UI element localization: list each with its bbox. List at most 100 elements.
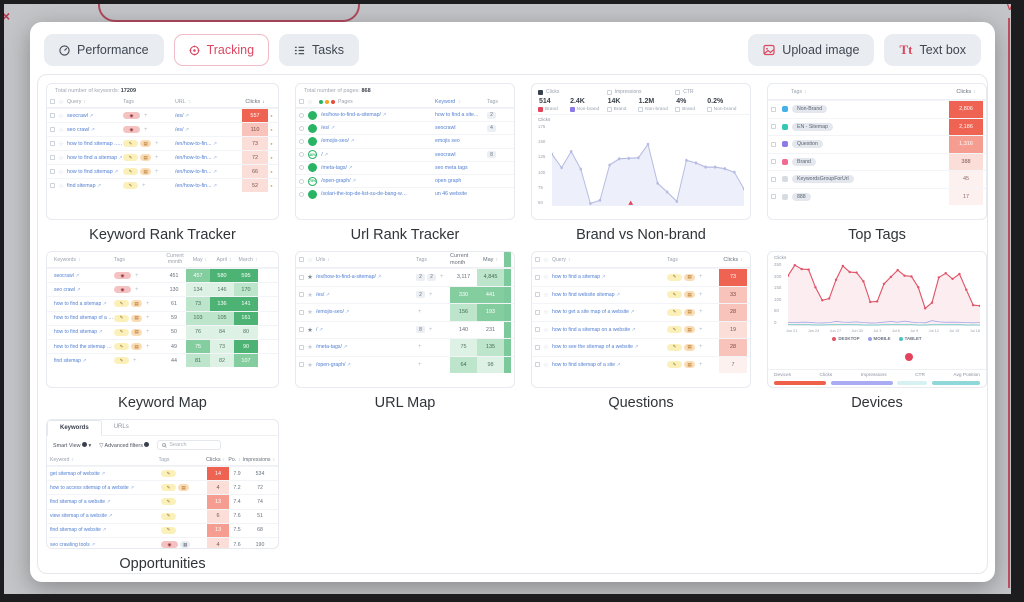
add-tag-icon: + bbox=[699, 292, 703, 298]
star-icon[interactable]: ☆ bbox=[542, 273, 550, 281]
tag-pill: EN - Sitemap bbox=[792, 123, 833, 131]
tags-cell: + bbox=[123, 126, 175, 133]
table-row: /es/how-to-find-a-sitemap/ how to find a… bbox=[296, 108, 514, 121]
brand-vs-nonbrand-preview[interactable]: Clicks 5142.4K Brand Non-brand bbox=[531, 83, 751, 220]
brand-value: 514 bbox=[539, 98, 570, 105]
url-link: /meta-tags/ bbox=[316, 344, 348, 350]
checkbox-icon bbox=[50, 113, 55, 118]
url-cell: /en/how-to-fin... bbox=[175, 183, 242, 189]
questions-preview[interactable]: ☆ Query↕ Tags Clicks↕ ☆ how to bbox=[531, 251, 751, 388]
tags-cell: 8+ bbox=[416, 326, 450, 333]
clicks-cell: 28 bbox=[719, 304, 747, 321]
star-icon[interactable]: ☆ bbox=[542, 361, 550, 369]
opportunities-preview[interactable]: Keywords URLs Smart View ▾ ▽ Advanced fi… bbox=[46, 419, 279, 549]
brand-checkbox[interactable] bbox=[607, 107, 612, 112]
tag-pill bbox=[114, 329, 129, 336]
legend-label: MOBILE bbox=[874, 336, 891, 341]
clicks-cell: 1,316 bbox=[949, 136, 983, 153]
checkbox-icon bbox=[771, 194, 776, 199]
nonbrand-checkbox[interactable] bbox=[570, 107, 575, 112]
star-icon[interactable]: ☆ bbox=[542, 343, 550, 351]
tags-cell bbox=[161, 498, 207, 505]
tab-keywords[interactable]: Keywords bbox=[47, 420, 102, 436]
add-tag-icon: + bbox=[699, 344, 703, 350]
legend-item[interactable]: MOBILE bbox=[868, 336, 891, 341]
star-icon[interactable]: ★ bbox=[306, 308, 314, 316]
keyword-link: view sitemap of a website bbox=[50, 513, 161, 519]
march-cell: 170 bbox=[234, 283, 258, 296]
smart-view-dropdown[interactable]: Smart View ▾ bbox=[53, 442, 91, 449]
keyword-link: find sitemap of website bbox=[50, 527, 161, 533]
star-icon[interactable]: ☆ bbox=[542, 291, 550, 299]
tag-pill bbox=[161, 484, 176, 491]
url-rank-tracker-preview[interactable]: Total number of pages: 868 ☆ Pages bbox=[295, 83, 515, 220]
y-tick: 75 bbox=[538, 185, 545, 190]
tag-pill bbox=[667, 274, 682, 281]
tag-pill bbox=[684, 326, 695, 333]
checkbox-icon bbox=[299, 327, 304, 332]
advanced-filters-button[interactable]: ▽ Advanced filters bbox=[99, 442, 149, 449]
clicks-cell: 388 bbox=[949, 154, 983, 171]
brand-checkbox[interactable] bbox=[675, 107, 680, 112]
keyword-link: find sitemap bbox=[50, 358, 114, 364]
url-cell: /es/how-to-find-a-sitemap/ bbox=[316, 274, 416, 280]
star-icon[interactable]: ☆ bbox=[542, 326, 550, 334]
tags-cell: + bbox=[416, 362, 450, 368]
metric-checkbox[interactable] bbox=[538, 90, 543, 95]
tag-pill: Question bbox=[792, 140, 823, 148]
star-icon[interactable]: ★ bbox=[306, 343, 314, 351]
tab-urls[interactable]: URLs bbox=[102, 420, 141, 435]
may-cell: 103 bbox=[186, 312, 210, 325]
tab-performance[interactable]: Performance bbox=[44, 34, 164, 66]
star-icon[interactable]: ★ bbox=[306, 326, 314, 334]
tab-tasks[interactable]: Tasks bbox=[279, 34, 359, 66]
tags-cell: + bbox=[123, 112, 175, 119]
screen: × v Performance Tracking bbox=[0, 0, 1024, 602]
keyword-map-preview[interactable]: Keywords↕ Tags Current month May↕ April↕… bbox=[46, 251, 279, 388]
nonbrand-checkbox[interactable] bbox=[638, 107, 643, 112]
keyword-rank-tracker-preview[interactable]: Total number of keywords: 17209 ☆ Query↕… bbox=[46, 83, 279, 220]
widget-caption: Opportunities bbox=[46, 556, 279, 572]
tag-pill bbox=[123, 168, 138, 175]
cut-column bbox=[504, 339, 511, 356]
current-month-cell: 3,117 bbox=[450, 269, 477, 286]
tab-tracking[interactable]: Tracking bbox=[174, 34, 269, 66]
table-row: /emojis-seo/ emojis seo bbox=[296, 134, 514, 147]
star-icon[interactable]: ★ bbox=[306, 361, 314, 369]
y-axis-ticks: 1751501251007550 bbox=[538, 124, 545, 205]
url-map-preview[interactable]: ☆ Urls↕ Tags Current month May↕ bbox=[295, 251, 515, 388]
radio-icon bbox=[299, 139, 304, 144]
cut-column bbox=[504, 357, 511, 374]
star-icon[interactable]: ★ bbox=[306, 273, 314, 281]
legend-item[interactable]: DESKTOP bbox=[832, 336, 859, 341]
star-icon[interactable]: ☆ bbox=[542, 308, 550, 316]
cut-column: ● bbox=[268, 141, 275, 146]
url-cell: /en/how-to-fin... bbox=[175, 155, 242, 161]
url-cell: /es/ bbox=[316, 292, 416, 298]
annotation-dot[interactable] bbox=[905, 353, 913, 361]
nonbrand-checkbox[interactable] bbox=[707, 107, 712, 112]
search-input[interactable]: Search bbox=[157, 440, 221, 450]
star-icon[interactable]: ★ bbox=[306, 291, 314, 299]
table-header: ☆ Query↕ Tags Clicks↕ bbox=[532, 252, 750, 268]
top-tags-preview[interactable]: Tags↕ Clicks↕ Non-Brand bbox=[767, 83, 987, 220]
tag-pill bbox=[114, 300, 129, 307]
legend-item[interactable]: TABLET bbox=[899, 336, 922, 341]
march-cell: 161 bbox=[234, 312, 258, 325]
impressions-cell: 74 bbox=[245, 499, 275, 505]
devices-preview[interactable]: Clicks 250200150100500 Jun 21Jun 24Jun 2… bbox=[767, 251, 987, 388]
text-box-button[interactable]: Tt Text box bbox=[884, 34, 981, 66]
upload-image-button[interactable]: Upload image bbox=[748, 34, 874, 66]
background-close-icon[interactable]: × bbox=[4, 8, 10, 24]
star-icon: ☆ bbox=[57, 98, 65, 106]
page-link: /es/how-to-find-a-sitemap/ bbox=[321, 112, 387, 118]
star-icon: ☆ bbox=[57, 182, 65, 190]
brand-checkbox[interactable] bbox=[538, 107, 543, 112]
impressions-cell: 51 bbox=[245, 513, 275, 519]
table-row: Non-Brand 2,806 bbox=[768, 100, 986, 118]
impressions-cell: 72 bbox=[245, 485, 275, 491]
star-icon: ☆ bbox=[306, 98, 314, 106]
metric-checkbox[interactable] bbox=[607, 90, 612, 95]
metric-checkbox[interactable] bbox=[675, 90, 680, 95]
legend-dot-icon bbox=[899, 337, 903, 341]
